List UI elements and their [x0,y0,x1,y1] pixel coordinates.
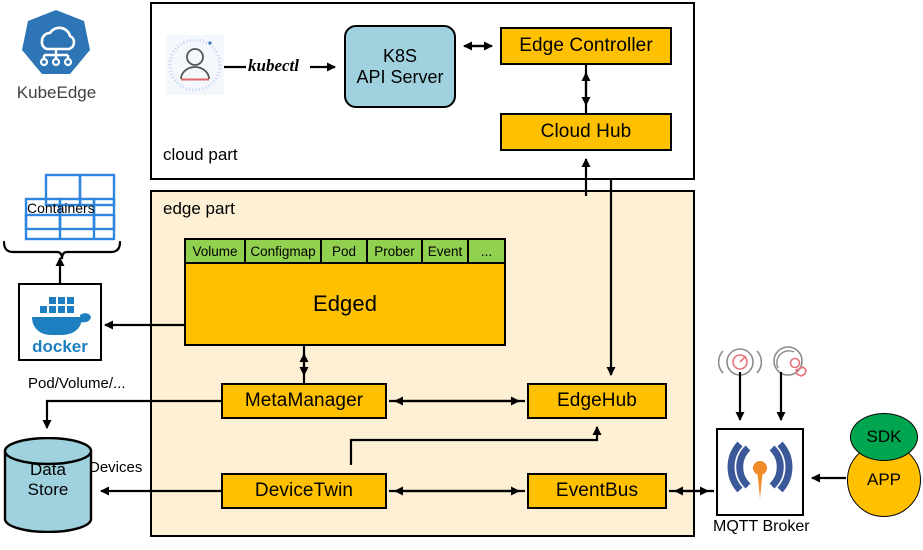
cloud-hub-label: Cloud Hub [540,121,632,143]
event-bus-label: EventBus [555,480,639,502]
edge-controller-label: Edge Controller [519,35,653,57]
user-avatar-icon [166,35,224,95]
mqtt-broker-label: MQTT Broker [713,518,810,535]
sdk-node[interactable]: SDK [850,413,918,461]
diagram-canvas: KubeEdge cloud part kubectl K8S API Serv… [0,0,923,550]
data-store-line1: Data [30,460,66,479]
devices-edge-label: Devices [89,459,143,476]
device-twin-label: DeviceTwin [254,480,354,502]
containers-brace-icon [0,240,125,262]
edge-part-label: edge part [163,199,235,218]
k8s-api-server-node[interactable]: K8S API Server [344,25,456,108]
app-label: APP [866,470,902,489]
event-bus-node[interactable]: EventBus [527,473,667,509]
sensor-gear-icon [768,342,812,382]
pod-volume-edge-label: Pod/Volume/... [28,375,126,392]
kubeedge-cloud-logo-icon [20,8,92,78]
brand-label: KubeEdge [16,83,97,102]
data-store-line2: Store [27,479,69,499]
sdk-label: SDK [866,427,902,446]
k8s-api-server-line2: API Server [356,66,444,87]
kubectl-command-label: kubectl [248,56,299,75]
edged-tab-configmap[interactable]: Configmap [244,238,322,264]
mqtt-broker-node[interactable] [716,428,804,516]
edged-tab-pod[interactable]: Pod [320,238,368,264]
k8s-api-server-line1: K8S [382,46,418,67]
edged-label: Edged [312,290,378,316]
data-store-labels: Data Store [2,460,94,499]
meta-manager-node[interactable]: MetaManager [221,383,387,419]
docker-node[interactable]: docker [18,283,102,361]
edge-hub-label: EdgeHub [557,390,637,412]
edge-controller-node[interactable]: Edge Controller [500,27,672,65]
edge-hub-node[interactable]: EdgeHub [527,383,667,419]
svg-text:docker: docker [32,337,88,356]
device-twin-node[interactable]: DeviceTwin [221,473,387,509]
containers-label: Containers [27,200,95,216]
mqtt-antenna-icon [727,441,793,499]
edged-node[interactable]: Edged [184,262,506,346]
docker-whale-icon: docker [32,297,91,356]
cloud-hub-node[interactable]: Cloud Hub [500,113,672,151]
cloud-part-label: cloud part [163,145,238,164]
edged-tab-more[interactable]: ... [467,238,506,264]
edged-tab-prober[interactable]: Prober [366,238,423,264]
sensor-radar-icon [717,342,763,382]
edged-tab-event[interactable]: Event [421,238,469,264]
meta-manager-label: MetaManager [244,390,364,412]
edged-tab-volume[interactable]: Volume [184,238,246,264]
edged-module-tabs: Volume Configmap Pod Prober Event ... [184,238,506,264]
